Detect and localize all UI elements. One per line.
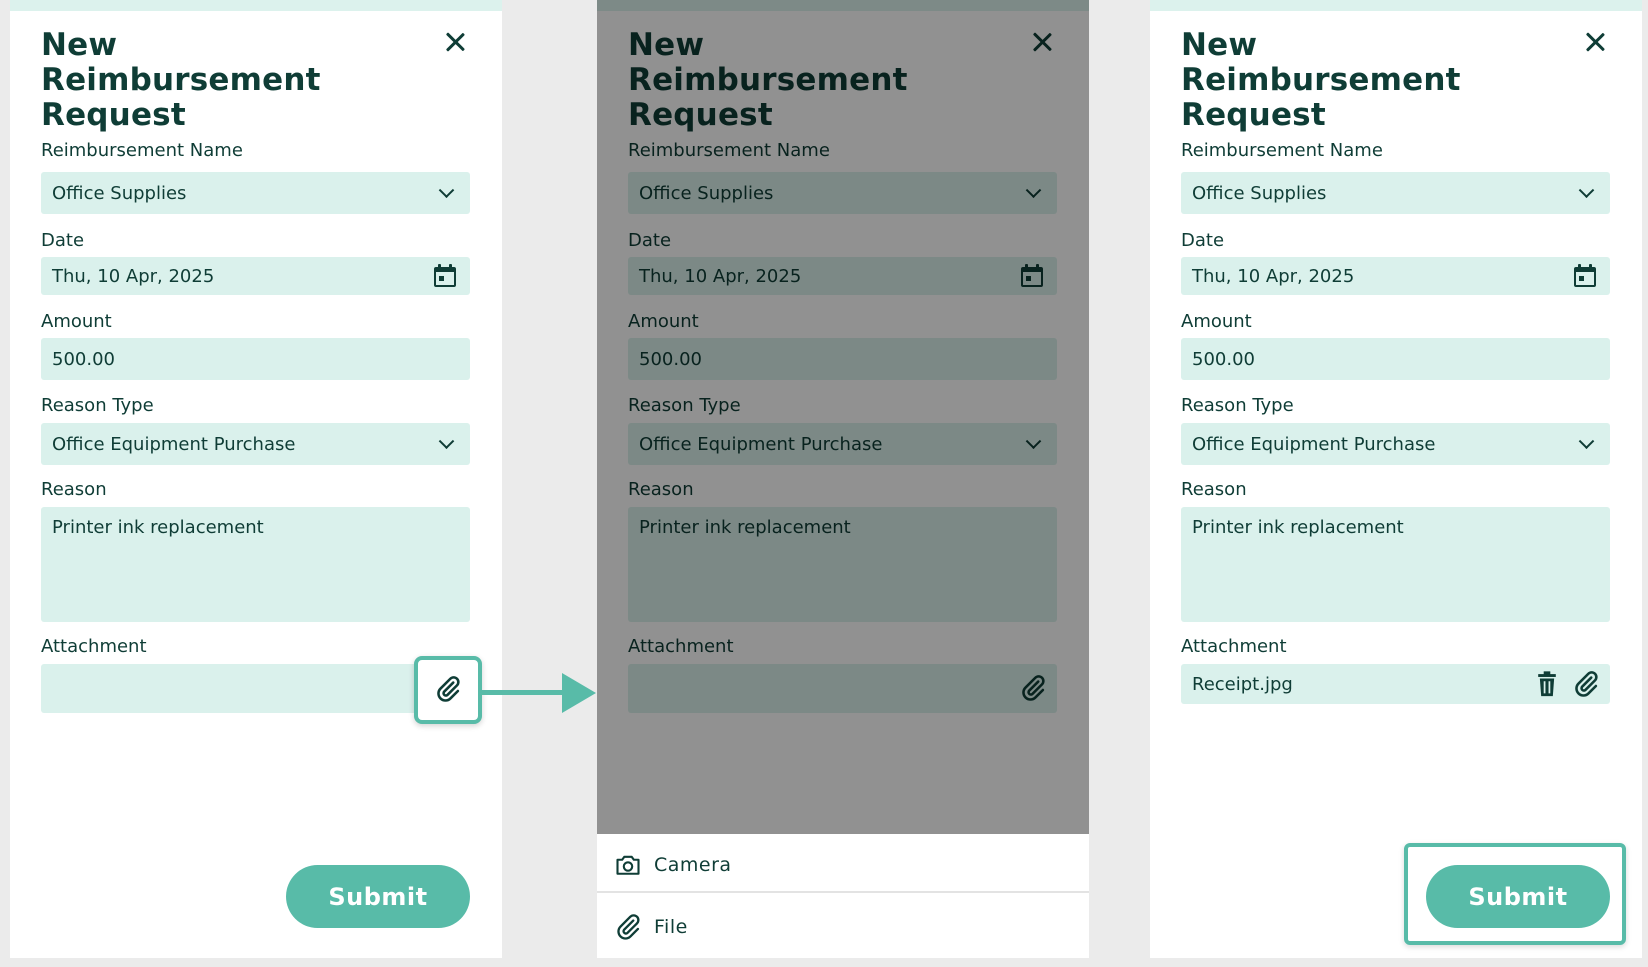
calendar-icon[interactable] (434, 264, 456, 287)
top-bar (10, 0, 502, 11)
amount-input[interactable]: 500.00 (1181, 338, 1610, 380)
reason-value: Printer ink replacement (52, 517, 264, 538)
reason-type-select[interactable]: Office Equipment Purchase (41, 423, 470, 465)
paperclip-icon (617, 914, 640, 940)
reason-type-label: Reason Type (1181, 395, 1294, 416)
flow-arrow-head (562, 673, 596, 713)
attachment-label: Attachment (1181, 636, 1287, 657)
reimbursement-name-label: Reimbursement Name (41, 140, 243, 161)
reason-label: Reason (41, 479, 107, 500)
divider (597, 891, 1089, 893)
modal-overlay[interactable] (597, 0, 1089, 834)
attach-button-highlight[interactable] (414, 656, 482, 724)
date-label: Date (41, 230, 85, 251)
reimbursement-name-label: Reimbursement Name (1181, 140, 1383, 161)
close-icon[interactable] (443, 30, 467, 54)
reimbursement-name-select[interactable]: Office Supplies (1181, 172, 1610, 214)
attachment-field[interactable]: Receipt.jpg (1181, 664, 1610, 704)
top-bar (1150, 0, 1642, 11)
amount-label: Amount (41, 311, 112, 332)
sheet-item-camera[interactable]: Camera (597, 834, 1089, 896)
sheet-item-file[interactable]: File (597, 896, 1089, 958)
reimbursement-name-select[interactable]: Office Supplies (41, 172, 470, 214)
date-label: Date (1181, 230, 1225, 251)
date-input[interactable]: Thu, 10 Apr, 2025 (41, 257, 470, 295)
reimbursement-name-value: Office Supplies (52, 182, 187, 204)
reason-type-select[interactable]: Office Equipment Purchase (1181, 423, 1610, 465)
amount-value: 500.00 (1192, 348, 1255, 370)
reason-value: Printer ink replacement (1192, 517, 1404, 538)
reason-type-label: Reason Type (41, 395, 154, 416)
camera-icon (616, 855, 640, 875)
flow-arrow-line (482, 690, 566, 695)
date-input[interactable]: Thu, 10 Apr, 2025 (1181, 257, 1610, 295)
amount-value: 500.00 (52, 348, 115, 370)
sheet-item-label: Camera (654, 854, 732, 876)
date-value: Thu, 10 Apr, 2025 (52, 265, 215, 287)
page-title: New Reimbursement Request (1181, 27, 1461, 133)
submit-button[interactable]: Submit (286, 865, 470, 928)
trash-icon[interactable] (1536, 670, 1558, 698)
paperclip-icon (437, 676, 460, 702)
amount-label: Amount (1181, 311, 1252, 332)
reimbursement-name-value: Office Supplies (1192, 182, 1327, 204)
form-panel-step-2: New Reimbursement Request Reimbursement … (597, 0, 1089, 958)
form-panel-step-3: New Reimbursement Request Reimbursement … (1150, 0, 1642, 958)
sheet-item-label: File (654, 916, 688, 938)
date-value: Thu, 10 Apr, 2025 (1192, 265, 1355, 287)
calendar-icon[interactable] (1574, 264, 1596, 287)
paperclip-icon[interactable] (1572, 670, 1600, 698)
submit-button-highlight (1404, 843, 1626, 945)
amount-input[interactable]: 500.00 (41, 338, 470, 380)
reason-type-value: Office Equipment Purchase (1192, 433, 1436, 455)
reason-textarea[interactable]: Printer ink replacement (41, 507, 470, 622)
attachment-field[interactable] (41, 664, 470, 713)
attachment-label: Attachment (41, 636, 147, 657)
form-panel-step-1: New Reimbursement Request Reimbursement … (10, 0, 502, 958)
attachment-source-sheet: Camera File (597, 834, 1089, 958)
close-icon[interactable] (1583, 30, 1607, 54)
reason-type-value: Office Equipment Purchase (52, 433, 296, 455)
page-title: New Reimbursement Request (41, 27, 321, 133)
reason-label: Reason (1181, 479, 1247, 500)
reason-textarea[interactable]: Printer ink replacement (1181, 507, 1610, 622)
